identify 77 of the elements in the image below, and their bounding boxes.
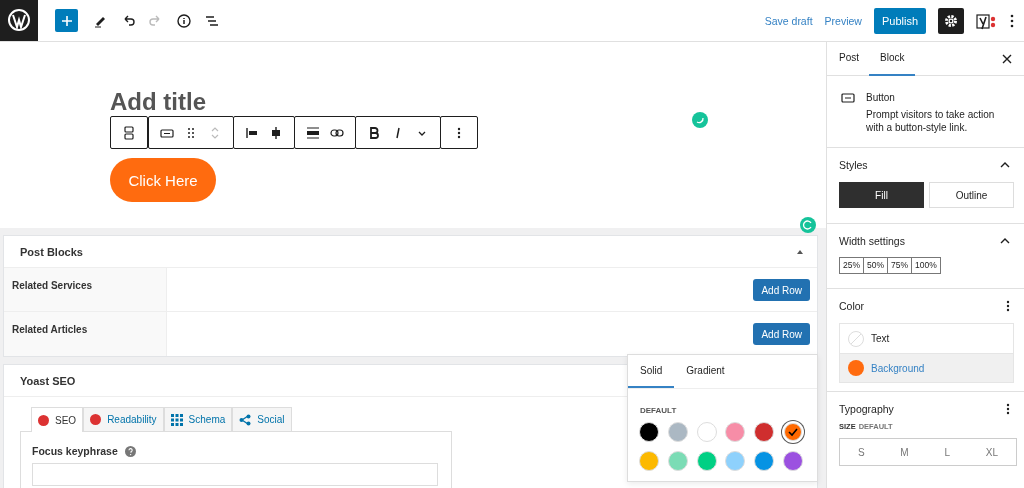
more-options-icon[interactable] [1010, 13, 1014, 28]
color-swatch[interactable] [639, 422, 659, 442]
add-row-button[interactable]: Add Row [753, 279, 810, 301]
yoast-tab[interactable]: Social [232, 407, 292, 431]
title-field[interactable]: Add title [110, 88, 206, 116]
section-label: DEFAULT [639, 405, 678, 417]
section-title: Color [839, 300, 865, 312]
field-label: Related Services [12, 280, 93, 291]
color-swatch[interactable] [754, 422, 775, 442]
empty-swatch-icon [848, 330, 864, 347]
sidebar-tab[interactable]: Block [869, 41, 916, 76]
settings-button[interactable] [938, 7, 964, 34]
color-swatch[interactable] [784, 423, 802, 441]
grid-icon [170, 413, 183, 426]
color-setting-item[interactable]: Background [840, 353, 1013, 382]
plus-icon [60, 14, 73, 27]
font-size-option[interactable]: XL [985, 439, 999, 465]
settings-icon [944, 13, 958, 28]
more-options-icon[interactable] [1006, 403, 1010, 415]
close-icon[interactable] [1002, 53, 1012, 64]
color-swatch[interactable] [639, 451, 659, 471]
color-swatch[interactable] [667, 422, 688, 442]
more-options-icon[interactable] [1006, 300, 1010, 312]
wordpress-logo-icon[interactable] [0, 0, 38, 41]
add-block-button[interactable] [55, 9, 78, 32]
buttons-block-icon[interactable] [122, 125, 136, 140]
preview-button[interactable]: Preview [824, 14, 862, 27]
share-icon [239, 413, 252, 426]
yoast-plugin-icon[interactable] [976, 11, 998, 30]
list-view-icon[interactable] [205, 13, 219, 28]
align-left-icon[interactable] [245, 125, 259, 140]
field-label: Related Articles [12, 324, 88, 335]
color-swatch[interactable] [667, 451, 688, 471]
color-swatch[interactable] [725, 451, 746, 471]
full-width-icon[interactable] [306, 125, 320, 140]
help-icon[interactable] [124, 445, 136, 457]
click-here-button[interactable]: Click Here [110, 158, 216, 202]
save-draft-button[interactable]: Save draft [764, 14, 813, 27]
bold-icon[interactable] [367, 125, 381, 140]
chevron-up-icon[interactable] [1000, 162, 1010, 168]
style-option[interactable]: Outline [929, 182, 1014, 208]
button-block-icon [841, 92, 855, 104]
font-size-option[interactable]: S [857, 439, 865, 465]
font-size-option[interactable]: L [944, 439, 951, 465]
width-option[interactable]: 25% [840, 257, 864, 273]
color-swatch[interactable] [783, 451, 803, 471]
width-option[interactable]: 75% [888, 257, 913, 273]
panel-title: Yoast SEO [20, 374, 76, 387]
publish-button[interactable]: Publish [873, 7, 926, 34]
section-title: Width settings [839, 235, 905, 247]
sidebar-tab[interactable]: Post [839, 41, 869, 76]
section-title: Typography [839, 403, 894, 415]
add-row-button[interactable]: Add Row [753, 323, 810, 345]
width-option[interactable]: 50% [864, 257, 889, 273]
yoast-tab[interactable]: SEO [31, 407, 84, 432]
color-swatch[interactable] [696, 422, 717, 442]
block-description: Prompt visitors to take action with a button-style link. [866, 108, 996, 134]
chevron-up-icon[interactable] [1000, 238, 1010, 244]
collapse-arrow-icon[interactable] [796, 248, 804, 255]
align-center-icon[interactable] [269, 125, 283, 140]
focus-keyphrase-field[interactable] [32, 463, 438, 486]
color-swatch[interactable] [754, 451, 775, 471]
picker-tab[interactable]: Solid [628, 355, 675, 388]
panel-title: Post Blocks [20, 245, 83, 258]
field-label: Focus keyphrase [32, 445, 118, 457]
info-icon[interactable] [177, 13, 191, 28]
picker-tab[interactable]: Gradient [674, 355, 737, 388]
style-option[interactable]: Fill [839, 182, 924, 208]
width-option[interactable]: 100% [912, 257, 940, 273]
color-swatch[interactable] [725, 422, 746, 442]
yoast-tab[interactable]: Schema [163, 407, 233, 431]
color-swatch[interactable] [696, 451, 717, 471]
color-setting-item[interactable]: Text [840, 324, 1013, 353]
section-title: Styles [839, 159, 868, 171]
block-name: Button [866, 92, 896, 103]
yoast-tab[interactable]: Readability [83, 407, 164, 431]
font-size-option[interactable]: M [900, 439, 909, 465]
